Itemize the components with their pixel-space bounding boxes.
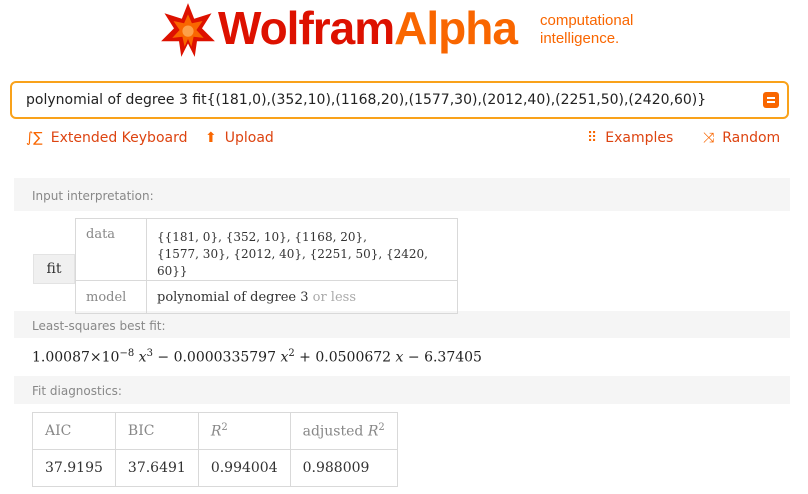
header-aic: AIC bbox=[32, 412, 116, 450]
wolfram-alpha-logo[interactable]: WolframAlpha computational intelligence. bbox=[160, 0, 660, 60]
interpretation-table: data {{181, 0}, {352, 10}, {1168, 20}, {… bbox=[75, 218, 458, 314]
logo-word-alpha: Alpha bbox=[394, 2, 518, 54]
fit-cell: fit bbox=[33, 254, 75, 284]
value-r2: 0.994004 bbox=[197, 449, 291, 487]
extended-keyboard-label: Extended Keyboard bbox=[50, 130, 188, 146]
examples-label: Examples bbox=[605, 130, 674, 146]
diagnostics-table: AIC BIC R2 adjusted R2 37.9195 37.6491 0… bbox=[32, 412, 398, 487]
coef-x2: − 0.0000335797 bbox=[152, 349, 281, 366]
header-bic: BIC bbox=[114, 412, 199, 450]
upload-icon: ⬆ bbox=[205, 130, 217, 146]
keyboard-math-icon: ∫∑ bbox=[26, 130, 43, 146]
examples-button[interactable]: ⠿ Examples bbox=[587, 130, 673, 146]
model-value: polynomial of degree 3 or less bbox=[146, 280, 458, 314]
table-row: data {{181, 0}, {352, 10}, {1168, 20}, {… bbox=[75, 218, 458, 281]
model-key: model bbox=[75, 280, 147, 314]
random-button[interactable]: ⤨ Random bbox=[703, 130, 780, 146]
value-bic: 37.6491 bbox=[114, 449, 199, 487]
extended-keyboard-button[interactable]: ∫∑ Extended Keyboard bbox=[26, 130, 188, 146]
upload-label: Upload bbox=[224, 130, 274, 146]
table-row: 37.9195 37.6491 0.994004 0.988009 bbox=[32, 449, 398, 487]
table-row: AIC BIC R2 adjusted R2 bbox=[32, 412, 398, 450]
coef-x3-exponent: −8 bbox=[119, 348, 135, 359]
compute-icon[interactable] bbox=[763, 92, 779, 108]
data-key: data bbox=[75, 218, 147, 281]
search-box bbox=[10, 81, 789, 119]
random-label: Random bbox=[722, 130, 781, 146]
best-fit-title: Least-squares best fit: bbox=[32, 319, 166, 333]
search-input[interactable] bbox=[26, 83, 756, 117]
table-row: model polynomial of degree 3 or less bbox=[75, 280, 458, 314]
fit-diagnostics-pod: AIC BIC R2 adjusted R2 37.9195 37.6491 0… bbox=[14, 404, 790, 494]
constant-term: − 6.37405 bbox=[403, 349, 482, 366]
model-text: polynomial of degree 3 bbox=[157, 289, 309, 305]
fit-diagnostics-title: Fit diagnostics: bbox=[32, 384, 122, 398]
tagline-line-2: intelligence. bbox=[540, 30, 620, 47]
data-value: {{181, 0}, {352, 10}, {1168, 20}, {1577,… bbox=[146, 218, 458, 281]
data-line-1: {{181, 0}, {352, 10}, {1168, 20}, bbox=[157, 230, 367, 244]
data-line-2: {1577, 30}, {2012, 40}, {2251, 50}, {242… bbox=[157, 247, 428, 278]
logo-wordmark: WolframAlpha bbox=[218, 0, 518, 58]
results-card: Input interpretation: fit data {{181, 0}… bbox=[14, 178, 790, 494]
tagline-line-1: computational bbox=[540, 12, 634, 29]
best-fit-formula: 1.00087×10−8 x3 − 0.0000335797 x2 + 0.05… bbox=[32, 348, 482, 366]
logo-word-wolfram: Wolfram bbox=[218, 2, 395, 54]
input-interpretation-pod: fit data {{181, 0}, {352, 10}, {1168, 20… bbox=[14, 211, 790, 314]
model-suffix: or less bbox=[308, 289, 356, 305]
adjusted-r-label: adjusted R bbox=[302, 423, 379, 440]
header-adjusted-r2: adjusted R2 bbox=[289, 412, 398, 450]
coef-x1: + 0.0500672 bbox=[294, 349, 396, 366]
coef-x3: 1.00087 bbox=[32, 349, 90, 366]
header-r2: R2 bbox=[197, 412, 291, 450]
value-aic: 37.9195 bbox=[32, 449, 116, 487]
shuffle-icon: ⤨ bbox=[703, 130, 715, 146]
input-interpretation-title: Input interpretation: bbox=[32, 189, 154, 203]
grid-icon: ⠿ bbox=[587, 130, 598, 146]
logo-tagline: computational intelligence. bbox=[540, 12, 633, 48]
r-symbol: R bbox=[210, 423, 222, 440]
best-fit-pod: 1.00087×10−8 x3 − 0.0000335797 x2 + 0.05… bbox=[14, 338, 790, 376]
upload-button[interactable]: ⬆ Upload bbox=[205, 130, 274, 146]
value-adjusted-r2: 0.988009 bbox=[289, 449, 398, 487]
wolfram-star-icon bbox=[161, 3, 215, 57]
